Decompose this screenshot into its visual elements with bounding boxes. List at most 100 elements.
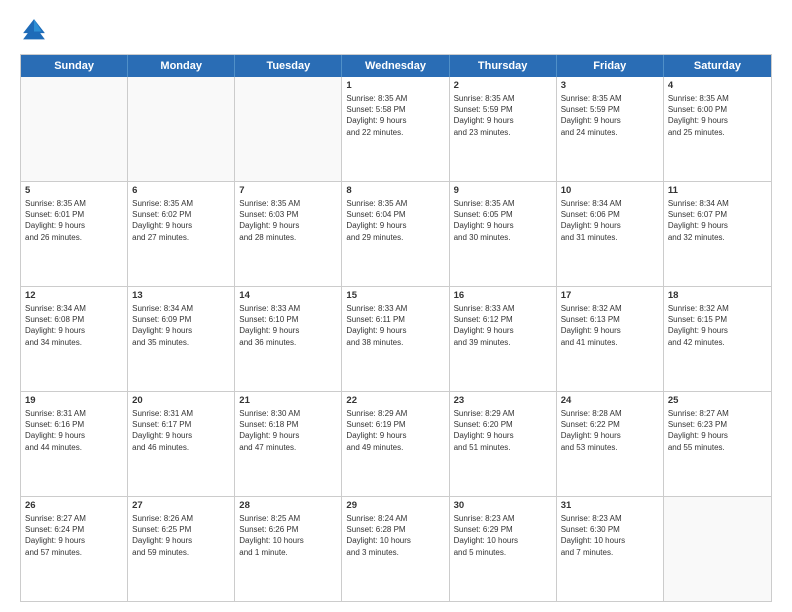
day-cell-28: 28Sunrise: 8:25 AM Sunset: 6:26 PM Dayli… xyxy=(235,497,342,601)
day-text: Sunrise: 8:33 AM Sunset: 6:11 PM Dayligh… xyxy=(346,303,444,348)
day-text: Sunrise: 8:29 AM Sunset: 6:19 PM Dayligh… xyxy=(346,408,444,453)
day-text: Sunrise: 8:35 AM Sunset: 6:02 PM Dayligh… xyxy=(132,198,230,243)
day-cell-empty-4-6 xyxy=(664,497,771,601)
day-cell-empty-0-2 xyxy=(235,77,342,181)
day-cell-empty-0-1 xyxy=(128,77,235,181)
day-cell-2: 2 Sunrise: 8:35 AM Sunset: 5:59 PM Daylig… xyxy=(450,77,557,181)
day-cell-29: 29 Sunrise: 8:24 AM Sunset: 6:28 PM Dayli… xyxy=(342,497,449,601)
header-day-monday: Monday xyxy=(128,55,235,77)
day-cell-18: 18 Sunrise: 8:32 AM Sunset: 6:15 PM Dayli… xyxy=(664,287,771,391)
calendar-header: SundayMondayTuesdayWednesdayThursdayFrid… xyxy=(21,55,771,77)
day-number: 17 xyxy=(561,290,659,301)
day-cell-21: 21 Sunrise: 8:30 AM Sunset: 6:18 PM Dayli… xyxy=(235,392,342,496)
day-text: Sunrise: 8:35 AM Sunset: 5:58 PM Dayligh… xyxy=(346,93,444,138)
day-cell-empty-0-0 xyxy=(21,77,128,181)
logo-icon xyxy=(20,16,48,44)
day-text: Sunrise: 8:33 AM Sunset: 6:10 PM Dayligh… xyxy=(239,303,337,348)
day-text: Sunrise: 8:23 AM Sunset: 6:30 PM Dayligh… xyxy=(561,513,659,558)
calendar-row-2: 12 Sunrise: 8:34 AM Sunset: 6:08 PM Dayli… xyxy=(21,286,771,391)
header-day-sunday: Sunday xyxy=(21,55,128,77)
header xyxy=(20,16,772,44)
day-number: 23 xyxy=(454,395,552,406)
calendar-body: 1 Sunrise: 8:35 AM Sunset: 5:58 PM Daylig… xyxy=(21,77,771,601)
day-text: Sunrise: 8:35 AM Sunset: 6:03 PM Dayligh… xyxy=(239,198,337,243)
day-text: Sunrise: 8:34 AM Sunset: 6:06 PM Dayligh… xyxy=(561,198,659,243)
day-text: Sunrise: 8:31 AM Sunset: 6:17 PM Dayligh… xyxy=(132,408,230,453)
header-day-friday: Friday xyxy=(557,55,664,77)
day-cell-10: 10 Sunrise: 8:34 AM Sunset: 6:06 PM Dayli… xyxy=(557,182,664,286)
day-text: Sunrise: 8:35 AM Sunset: 5:59 PM Dayligh… xyxy=(561,93,659,138)
day-number: 18 xyxy=(668,290,767,301)
day-cell-7: 7 Sunrise: 8:35 AM Sunset: 6:03 PM Daylig… xyxy=(235,182,342,286)
day-cell-15: 15 Sunrise: 8:33 AM Sunset: 6:11 PM Dayli… xyxy=(342,287,449,391)
day-cell-20: 20 Sunrise: 8:31 AM Sunset: 6:17 PM Dayli… xyxy=(128,392,235,496)
day-number: 28 xyxy=(239,500,337,511)
day-cell-13: 13 Sunrise: 8:34 AM Sunset: 6:09 PM Dayli… xyxy=(128,287,235,391)
day-number: 6 xyxy=(132,185,230,196)
day-text: Sunrise: 8:34 AM Sunset: 6:07 PM Dayligh… xyxy=(668,198,767,243)
day-text: Sunrise: 8:23 AM Sunset: 6:29 PM Dayligh… xyxy=(454,513,552,558)
header-day-tuesday: Tuesday xyxy=(235,55,342,77)
day-text: Sunrise: 8:27 AM Sunset: 6:24 PM Dayligh… xyxy=(25,513,123,558)
day-number: 24 xyxy=(561,395,659,406)
day-number: 26 xyxy=(25,500,123,511)
day-number: 25 xyxy=(668,395,767,406)
day-text: Sunrise: 8:35 AM Sunset: 6:01 PM Dayligh… xyxy=(25,198,123,243)
day-number: 29 xyxy=(346,500,444,511)
day-cell-25: 25 Sunrise: 8:27 AM Sunset: 6:23 PM Dayli… xyxy=(664,392,771,496)
day-number: 21 xyxy=(239,395,337,406)
day-cell-5: 5 Sunrise: 8:35 AM Sunset: 6:01 PM Daylig… xyxy=(21,182,128,286)
day-number: 27 xyxy=(132,500,230,511)
day-text: Sunrise: 8:34 AM Sunset: 6:08 PM Dayligh… xyxy=(25,303,123,348)
day-number: 9 xyxy=(454,185,552,196)
day-cell-6: 6 Sunrise: 8:35 AM Sunset: 6:02 PM Daylig… xyxy=(128,182,235,286)
day-number: 30 xyxy=(454,500,552,511)
header-day-thursday: Thursday xyxy=(450,55,557,77)
day-number: 22 xyxy=(346,395,444,406)
day-number: 20 xyxy=(132,395,230,406)
day-cell-27: 27 Sunrise: 8:26 AM Sunset: 6:25 PM Dayli… xyxy=(128,497,235,601)
day-number: 12 xyxy=(25,290,123,301)
day-number: 15 xyxy=(346,290,444,301)
day-text: Sunrise: 8:32 AM Sunset: 6:15 PM Dayligh… xyxy=(668,303,767,348)
logo xyxy=(20,16,52,44)
day-number: 14 xyxy=(239,290,337,301)
calendar-row-0: 1 Sunrise: 8:35 AM Sunset: 5:58 PM Daylig… xyxy=(21,77,771,181)
calendar-row-1: 5 Sunrise: 8:35 AM Sunset: 6:01 PM Daylig… xyxy=(21,181,771,286)
day-cell-17: 17Sunrise: 8:32 AM Sunset: 6:13 PM Dayli… xyxy=(557,287,664,391)
day-text: Sunrise: 8:27 AM Sunset: 6:23 PM Dayligh… xyxy=(668,408,767,453)
day-text: Sunrise: 8:33 AM Sunset: 6:12 PM Dayligh… xyxy=(454,303,552,348)
day-cell-1: 1 Sunrise: 8:35 AM Sunset: 5:58 PM Daylig… xyxy=(342,77,449,181)
day-text: Sunrise: 8:30 AM Sunset: 6:18 PM Dayligh… xyxy=(239,408,337,453)
day-cell-3: 3Sunrise: 8:35 AM Sunset: 5:59 PM Daylig… xyxy=(557,77,664,181)
day-text: Sunrise: 8:26 AM Sunset: 6:25 PM Dayligh… xyxy=(132,513,230,558)
day-cell-8: 8 Sunrise: 8:35 AM Sunset: 6:04 PM Daylig… xyxy=(342,182,449,286)
day-cell-23: 23Sunrise: 8:29 AM Sunset: 6:20 PM Dayli… xyxy=(450,392,557,496)
day-cell-12: 12 Sunrise: 8:34 AM Sunset: 6:08 PM Dayli… xyxy=(21,287,128,391)
day-number: 16 xyxy=(454,290,552,301)
day-cell-19: 19Sunrise: 8:31 AM Sunset: 6:16 PM Dayli… xyxy=(21,392,128,496)
day-text: Sunrise: 8:35 AM Sunset: 5:59 PM Dayligh… xyxy=(454,93,552,138)
day-number: 5 xyxy=(25,185,123,196)
day-number: 1 xyxy=(346,80,444,91)
day-text: Sunrise: 8:28 AM Sunset: 6:22 PM Dayligh… xyxy=(561,408,659,453)
day-cell-24: 24 Sunrise: 8:28 AM Sunset: 6:22 PM Dayli… xyxy=(557,392,664,496)
day-number: 8 xyxy=(346,185,444,196)
day-text: Sunrise: 8:35 AM Sunset: 6:05 PM Dayligh… xyxy=(454,198,552,243)
calendar: SundayMondayTuesdayWednesdayThursdayFrid… xyxy=(20,54,772,602)
day-text: Sunrise: 8:31 AM Sunset: 6:16 PM Dayligh… xyxy=(25,408,123,453)
day-cell-4: 4 Sunrise: 8:35 AM Sunset: 6:00 PM Daylig… xyxy=(664,77,771,181)
day-text: Sunrise: 8:24 AM Sunset: 6:28 PM Dayligh… xyxy=(346,513,444,558)
calendar-row-3: 19Sunrise: 8:31 AM Sunset: 6:16 PM Dayli… xyxy=(21,391,771,496)
day-number: 7 xyxy=(239,185,337,196)
day-text: Sunrise: 8:34 AM Sunset: 6:09 PM Dayligh… xyxy=(132,303,230,348)
day-cell-16: 16 Sunrise: 8:33 AM Sunset: 6:12 PM Dayli… xyxy=(450,287,557,391)
calendar-row-4: 26 Sunrise: 8:27 AM Sunset: 6:24 PM Dayli… xyxy=(21,496,771,601)
day-number: 2 xyxy=(454,80,552,91)
day-number: 4 xyxy=(668,80,767,91)
day-number: 13 xyxy=(132,290,230,301)
header-day-saturday: Saturday xyxy=(664,55,771,77)
day-text: Sunrise: 8:35 AM Sunset: 6:00 PM Dayligh… xyxy=(668,93,767,138)
day-text: Sunrise: 8:35 AM Sunset: 6:04 PM Dayligh… xyxy=(346,198,444,243)
day-number: 10 xyxy=(561,185,659,196)
